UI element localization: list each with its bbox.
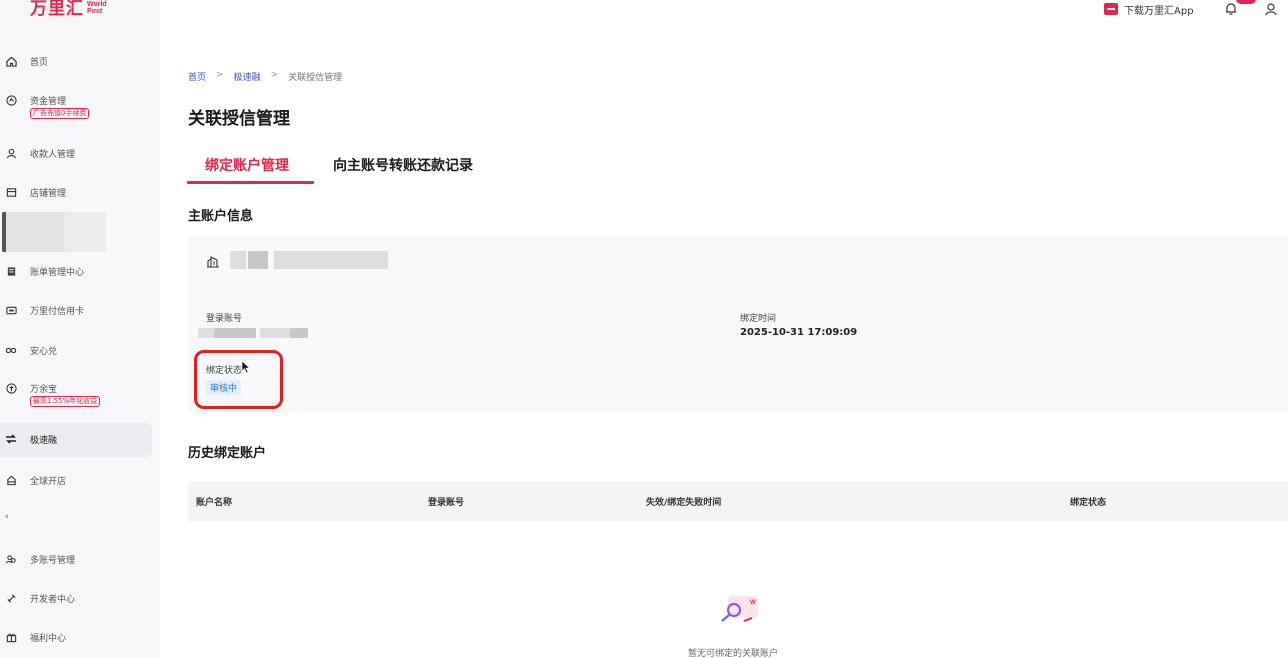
masked-login-account <box>260 328 290 338</box>
annotation-highlight <box>194 350 283 409</box>
sidebar-item-exchange[interactable]: 安心兑 <box>0 342 152 358</box>
wealth-icon <box>5 382 17 394</box>
sidebar-item-label: 开发者中心 <box>30 595 76 605</box>
gift-icon <box>5 631 17 643</box>
breadcrumb: 首页 > 极速融 > 关联授信管理 <box>188 70 342 83</box>
sidebar-item-label: 安心兑 <box>30 347 58 357</box>
sidebar-item-multi-account[interactable]: 多账号管理 <box>0 551 152 567</box>
sidebar: 万里汇 World First 首页 资金管理 广告充值0手续费 收款人管理 店… <box>0 0 160 658</box>
card-icon <box>5 304 17 316</box>
sidebar-item-label: 多账号管理 <box>30 556 76 566</box>
masked-account-name <box>274 251 388 269</box>
promo-badge: 最高1.55%年化收益 <box>30 396 101 407</box>
download-app-label: 下载万里汇App <box>1124 5 1194 17</box>
sidebar-item-label: 极速融 <box>30 436 58 446</box>
bind-time-value: 2025-10-31 17:09:09 <box>740 327 858 338</box>
promo-badge: 广告充值0手续费 <box>30 108 90 119</box>
masked-login-account <box>214 328 256 338</box>
sidebar-item-label: 资金管理 <box>30 97 67 107</box>
masked-login-account <box>290 328 308 338</box>
developer-icon <box>5 592 17 604</box>
bind-time-label: 绑定时间 <box>740 314 777 324</box>
masked-login-account <box>198 328 214 338</box>
sidebar-item-label: 福利中心 <box>30 634 67 644</box>
sidebar-item-label: 万里付信用卡 <box>30 307 85 317</box>
logo-sub: World First <box>87 1 107 15</box>
logo-text: 万里汇 <box>30 0 84 19</box>
sidebar-item-label: 店铺管理 <box>30 189 67 199</box>
sidebar-item-wealth[interactable]: 万余宝 最高1.55%年化收益 <box>0 380 152 410</box>
home-icon <box>5 55 17 67</box>
download-app-link[interactable]: 下载万里汇App <box>1104 0 1194 18</box>
exchange-icon <box>5 344 17 356</box>
column-header-failure-time: 失效/绑定失败时间 <box>646 498 722 508</box>
bill-icon <box>5 265 17 277</box>
breadcrumb-separator: > <box>270 70 279 80</box>
breadcrumb-home[interactable]: 首页 <box>188 70 206 83</box>
tab-transfer-repayment[interactable]: 向主账号转账还款记录 <box>333 155 473 185</box>
sidebar-item-label: 账单管理中心 <box>30 268 85 278</box>
sidebar-item-credit-card[interactable]: 万里付信用卡 <box>0 302 152 318</box>
breadcrumb-current: 关联授信管理 <box>288 73 343 83</box>
column-header-bind-status: 绑定状态 <box>1070 498 1107 508</box>
main-account-title: 主账户信息 <box>188 209 254 224</box>
sidebar-item-benefits[interactable]: 福利中心 <box>0 629 152 645</box>
empty-state-text: 暂无可绑定的关联账户 <box>688 649 779 658</box>
sidebar-item-label: 万余宝 <box>30 385 58 395</box>
sidebar-item-funds[interactable]: 资金管理 广告充值0手续费 <box>0 92 152 122</box>
brand-logo[interactable]: 万里汇 World First <box>30 0 107 24</box>
empty-state-illustration: W <box>721 596 758 622</box>
notification-badge <box>1236 0 1256 4</box>
fund-icon <box>5 94 17 106</box>
global-store-icon <box>5 474 17 486</box>
sidebar-item-home[interactable]: 首页 <box>0 53 152 69</box>
multi-account-icon <box>5 553 17 565</box>
sidebar-item-global-store[interactable]: 全球开店 <box>0 472 152 488</box>
mouse-cursor-icon <box>241 360 251 374</box>
redacted-menu-item <box>2 212 106 252</box>
breadcrumb-fast-finance[interactable]: 极速融 <box>234 70 261 83</box>
user-profile-icon[interactable] <box>1264 2 1278 16</box>
column-header-login-account: 登录账号 <box>428 498 465 508</box>
bank-building-icon <box>207 256 219 268</box>
history-title: 历史绑定账户 <box>188 446 267 461</box>
masked-account-name <box>230 251 246 269</box>
sidebar-item-label: 全球开店 <box>30 477 67 487</box>
app-download-icon <box>1104 3 1118 15</box>
masked-account-name <box>248 251 268 269</box>
store-icon <box>5 186 17 198</box>
login-account-label: 登录账号 <box>206 314 243 324</box>
finance-icon <box>5 433 17 445</box>
sidebar-item-fast-finance[interactable]: 极速融 <box>0 423 152 457</box>
sidebar-item-developer[interactable]: 开发者中心 <box>0 590 152 606</box>
sidebar-item-label: 收款人管理 <box>30 150 76 160</box>
notification-bell-icon[interactable] <box>1224 2 1238 16</box>
page-title: 关联授信管理 <box>188 109 290 129</box>
column-header-account-name: 账户名称 <box>196 498 233 508</box>
sidebar-item-label: 首页 <box>30 58 49 68</box>
payee-icon <box>5 147 17 159</box>
main-account-card: 登录账号 绑定时间 2025-10-31 17:09:09 绑定状态 审核中 <box>188 235 1288 413</box>
breadcrumb-separator: > <box>216 70 224 80</box>
svg-text:W: W <box>750 600 756 606</box>
active-tab-indicator <box>187 181 314 184</box>
collapse-chevron-icon[interactable]: ‹ <box>5 512 9 522</box>
sidebar-item-payee[interactable]: 收款人管理 <box>0 145 152 161</box>
history-table-header: 账户名称 登录账号 失效/绑定失败时间 绑定状态 <box>188 481 1288 521</box>
sidebar-item-store[interactable]: 店铺管理 <box>0 184 152 200</box>
sidebar-item-bills[interactable]: 账单管理中心 <box>0 263 152 279</box>
